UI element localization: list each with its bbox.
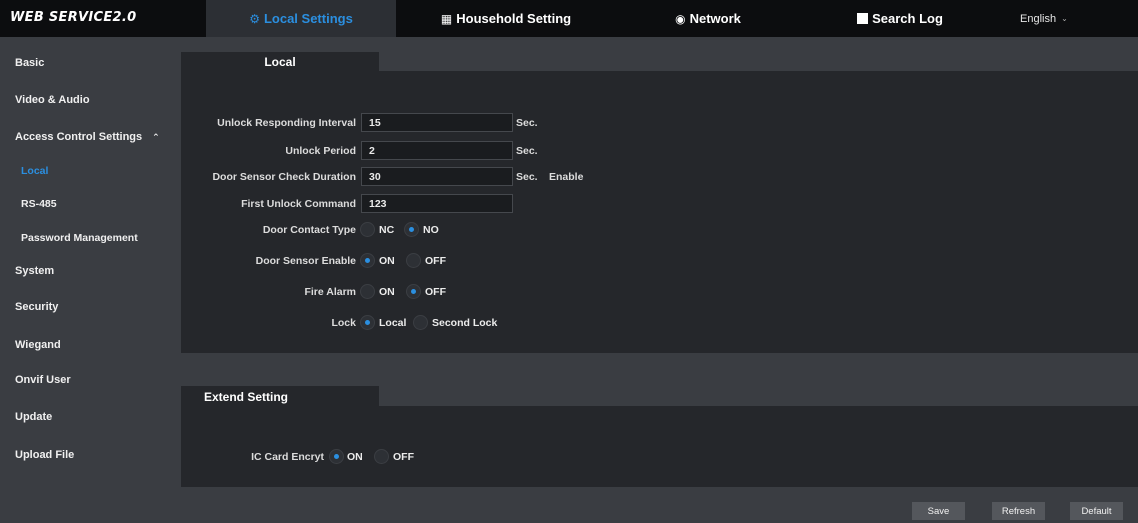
top-nav-bar: WEB SERVICE2.0 ⚙ Local Settings ▦ Househ… xyxy=(0,0,1138,37)
first-unlock-label: First Unlock Command xyxy=(241,198,356,210)
sidebar-item-label: Upload File xyxy=(15,449,75,461)
door-contact-nc-label: NC xyxy=(379,224,395,236)
fire-alarm-off-label: OFF xyxy=(425,286,446,298)
sidebar-item-label: Security xyxy=(15,301,59,313)
lock-local-label: Local xyxy=(379,317,407,329)
fire-alarm-off-radio[interactable] xyxy=(406,284,421,299)
tab-label: Household Setting xyxy=(456,11,572,26)
unlock-interval-unit: Sec. xyxy=(516,117,538,129)
door-sensor-duration-row: Door Sensor Check Duration xyxy=(181,169,356,189)
sidebar-item-access-control[interactable]: Access Control Settings ⌃ xyxy=(0,123,175,151)
sidebar-item-label: Password Management xyxy=(21,232,138,244)
first-unlock-input[interactable]: 123 xyxy=(361,194,513,213)
sidebar-item-rs485[interactable]: RS-485 xyxy=(0,190,175,218)
tab-label: Search Log xyxy=(872,11,943,26)
unlock-interval-label: Unlock Responding Interval xyxy=(217,117,356,129)
door-sensor-duration-input[interactable]: 30 xyxy=(361,167,513,186)
default-button[interactable]: Default xyxy=(1070,502,1123,520)
lock-local-radio[interactable] xyxy=(360,315,375,330)
tab-network[interactable]: ◉ Network xyxy=(613,0,803,37)
sidebar-item-label: Basic xyxy=(15,57,45,69)
lock-label: Lock xyxy=(331,317,356,329)
save-button[interactable]: Save xyxy=(912,502,965,520)
fire-alarm-row: Fire Alarm xyxy=(181,284,356,304)
unlock-interval-row: Unlock Responding Interval xyxy=(181,115,356,135)
sidebar-item-label: Wiegand xyxy=(15,339,61,351)
door-sensor-off-label: OFF xyxy=(425,255,446,267)
door-contact-no-label: NO xyxy=(423,224,439,236)
sidebar-item-video-audio[interactable]: Video & Audio xyxy=(0,86,175,114)
fire-alarm-on-radio[interactable] xyxy=(360,284,375,299)
door-sensor-duration-unit: Sec. xyxy=(516,171,538,183)
tab-search-log[interactable]: Search Log xyxy=(805,0,995,37)
refresh-button[interactable]: Refresh xyxy=(992,502,1045,520)
chevron-down-icon: ⌄ xyxy=(1061,14,1068,23)
door-contact-row: Door Contact Type xyxy=(181,222,356,242)
local-settings-panel: Local Unlock Responding Interval 15 Sec.… xyxy=(181,52,1138,353)
sidebar-item-wiegand[interactable]: Wiegand xyxy=(0,331,175,359)
tab-label: Network xyxy=(689,11,741,26)
sidebar-item-label: System xyxy=(15,265,55,277)
lock-second-label: Second Lock xyxy=(432,317,498,329)
ic-card-off-label: OFF xyxy=(393,451,414,463)
chevron-up-icon: ⌃ xyxy=(152,131,160,142)
building-icon: ▦ xyxy=(440,11,453,26)
sidebar: Basic Video & Audio Access Control Setti… xyxy=(0,37,175,523)
unlock-period-row: Unlock Period xyxy=(181,143,356,163)
ic-card-label: IC Card Encryt xyxy=(251,451,324,463)
sidebar-item-label: Onvif User xyxy=(15,374,71,386)
first-unlock-row: First Unlock Command xyxy=(181,196,356,216)
sidebar-item-upload-file[interactable]: Upload File xyxy=(0,441,175,469)
language-selector[interactable]: English ⌄ xyxy=(1020,0,1068,37)
door-sensor-enable-text: Enable xyxy=(549,171,584,183)
door-sensor-off-radio[interactable] xyxy=(406,253,421,268)
globe-icon: ◉ xyxy=(675,11,686,26)
sidebar-item-update[interactable]: Update xyxy=(0,403,175,431)
log-icon xyxy=(857,13,869,24)
local-tab[interactable]: Local xyxy=(181,52,379,72)
door-sensor-duration-label: Door Sensor Check Duration xyxy=(212,171,356,183)
sidebar-item-system[interactable]: System xyxy=(0,257,175,285)
door-contact-nc-radio[interactable] xyxy=(360,222,375,237)
sidebar-item-local[interactable]: Local xyxy=(0,157,175,185)
ic-card-row: IC Card Encryt xyxy=(181,449,324,469)
extend-setting-tab[interactable]: Extend Setting xyxy=(181,386,379,407)
sidebar-item-security[interactable]: Security xyxy=(0,293,175,321)
ic-card-on-radio[interactable] xyxy=(329,449,344,464)
door-sensor-enable-row: Door Sensor Enable xyxy=(181,253,356,273)
door-sensor-on-radio[interactable] xyxy=(360,253,375,268)
door-contact-no-radio[interactable] xyxy=(404,222,419,237)
tab-local-settings[interactable]: ⚙ Local Settings xyxy=(206,0,396,37)
lock-second-radio[interactable] xyxy=(413,315,428,330)
unlock-period-input[interactable]: 2 xyxy=(361,141,513,160)
fire-alarm-on-label: ON xyxy=(379,286,395,298)
unlock-period-label: Unlock Period xyxy=(285,145,356,157)
sidebar-item-label: Local xyxy=(21,165,49,177)
door-sensor-enable-label: Door Sensor Enable xyxy=(255,255,356,267)
sidebar-item-password-management[interactable]: Password Management xyxy=(0,224,175,252)
lock-row: Lock xyxy=(181,315,356,335)
extend-setting-panel: Extend Setting IC Card Encryt ON OFF xyxy=(181,386,1138,487)
sidebar-item-onvif-user[interactable]: Onvif User xyxy=(0,366,175,394)
unlock-period-unit: Sec. xyxy=(516,145,538,157)
door-sensor-on-label: ON xyxy=(379,255,395,267)
language-label: English xyxy=(1020,12,1057,25)
sidebar-item-basic[interactable]: Basic xyxy=(0,49,175,77)
fire-alarm-label: Fire Alarm xyxy=(304,286,356,298)
sidebar-item-label: Access Control Settings xyxy=(15,131,143,143)
tab-household-setting[interactable]: ▦ Household Setting xyxy=(411,0,601,37)
sidebar-item-label: Update xyxy=(15,411,53,423)
ic-card-on-label: ON xyxy=(347,451,363,463)
gear-icon: ⚙ xyxy=(249,11,260,26)
sidebar-item-label: RS-485 xyxy=(21,198,57,210)
door-contact-label: Door Contact Type xyxy=(262,224,356,236)
tab-label: Local Settings xyxy=(263,11,353,26)
sidebar-item-label: Video & Audio xyxy=(15,94,90,106)
brand-logo: WEB SERVICE2.0 xyxy=(10,10,137,25)
unlock-interval-input[interactable]: 15 xyxy=(361,113,513,132)
ic-card-off-radio[interactable] xyxy=(374,449,389,464)
